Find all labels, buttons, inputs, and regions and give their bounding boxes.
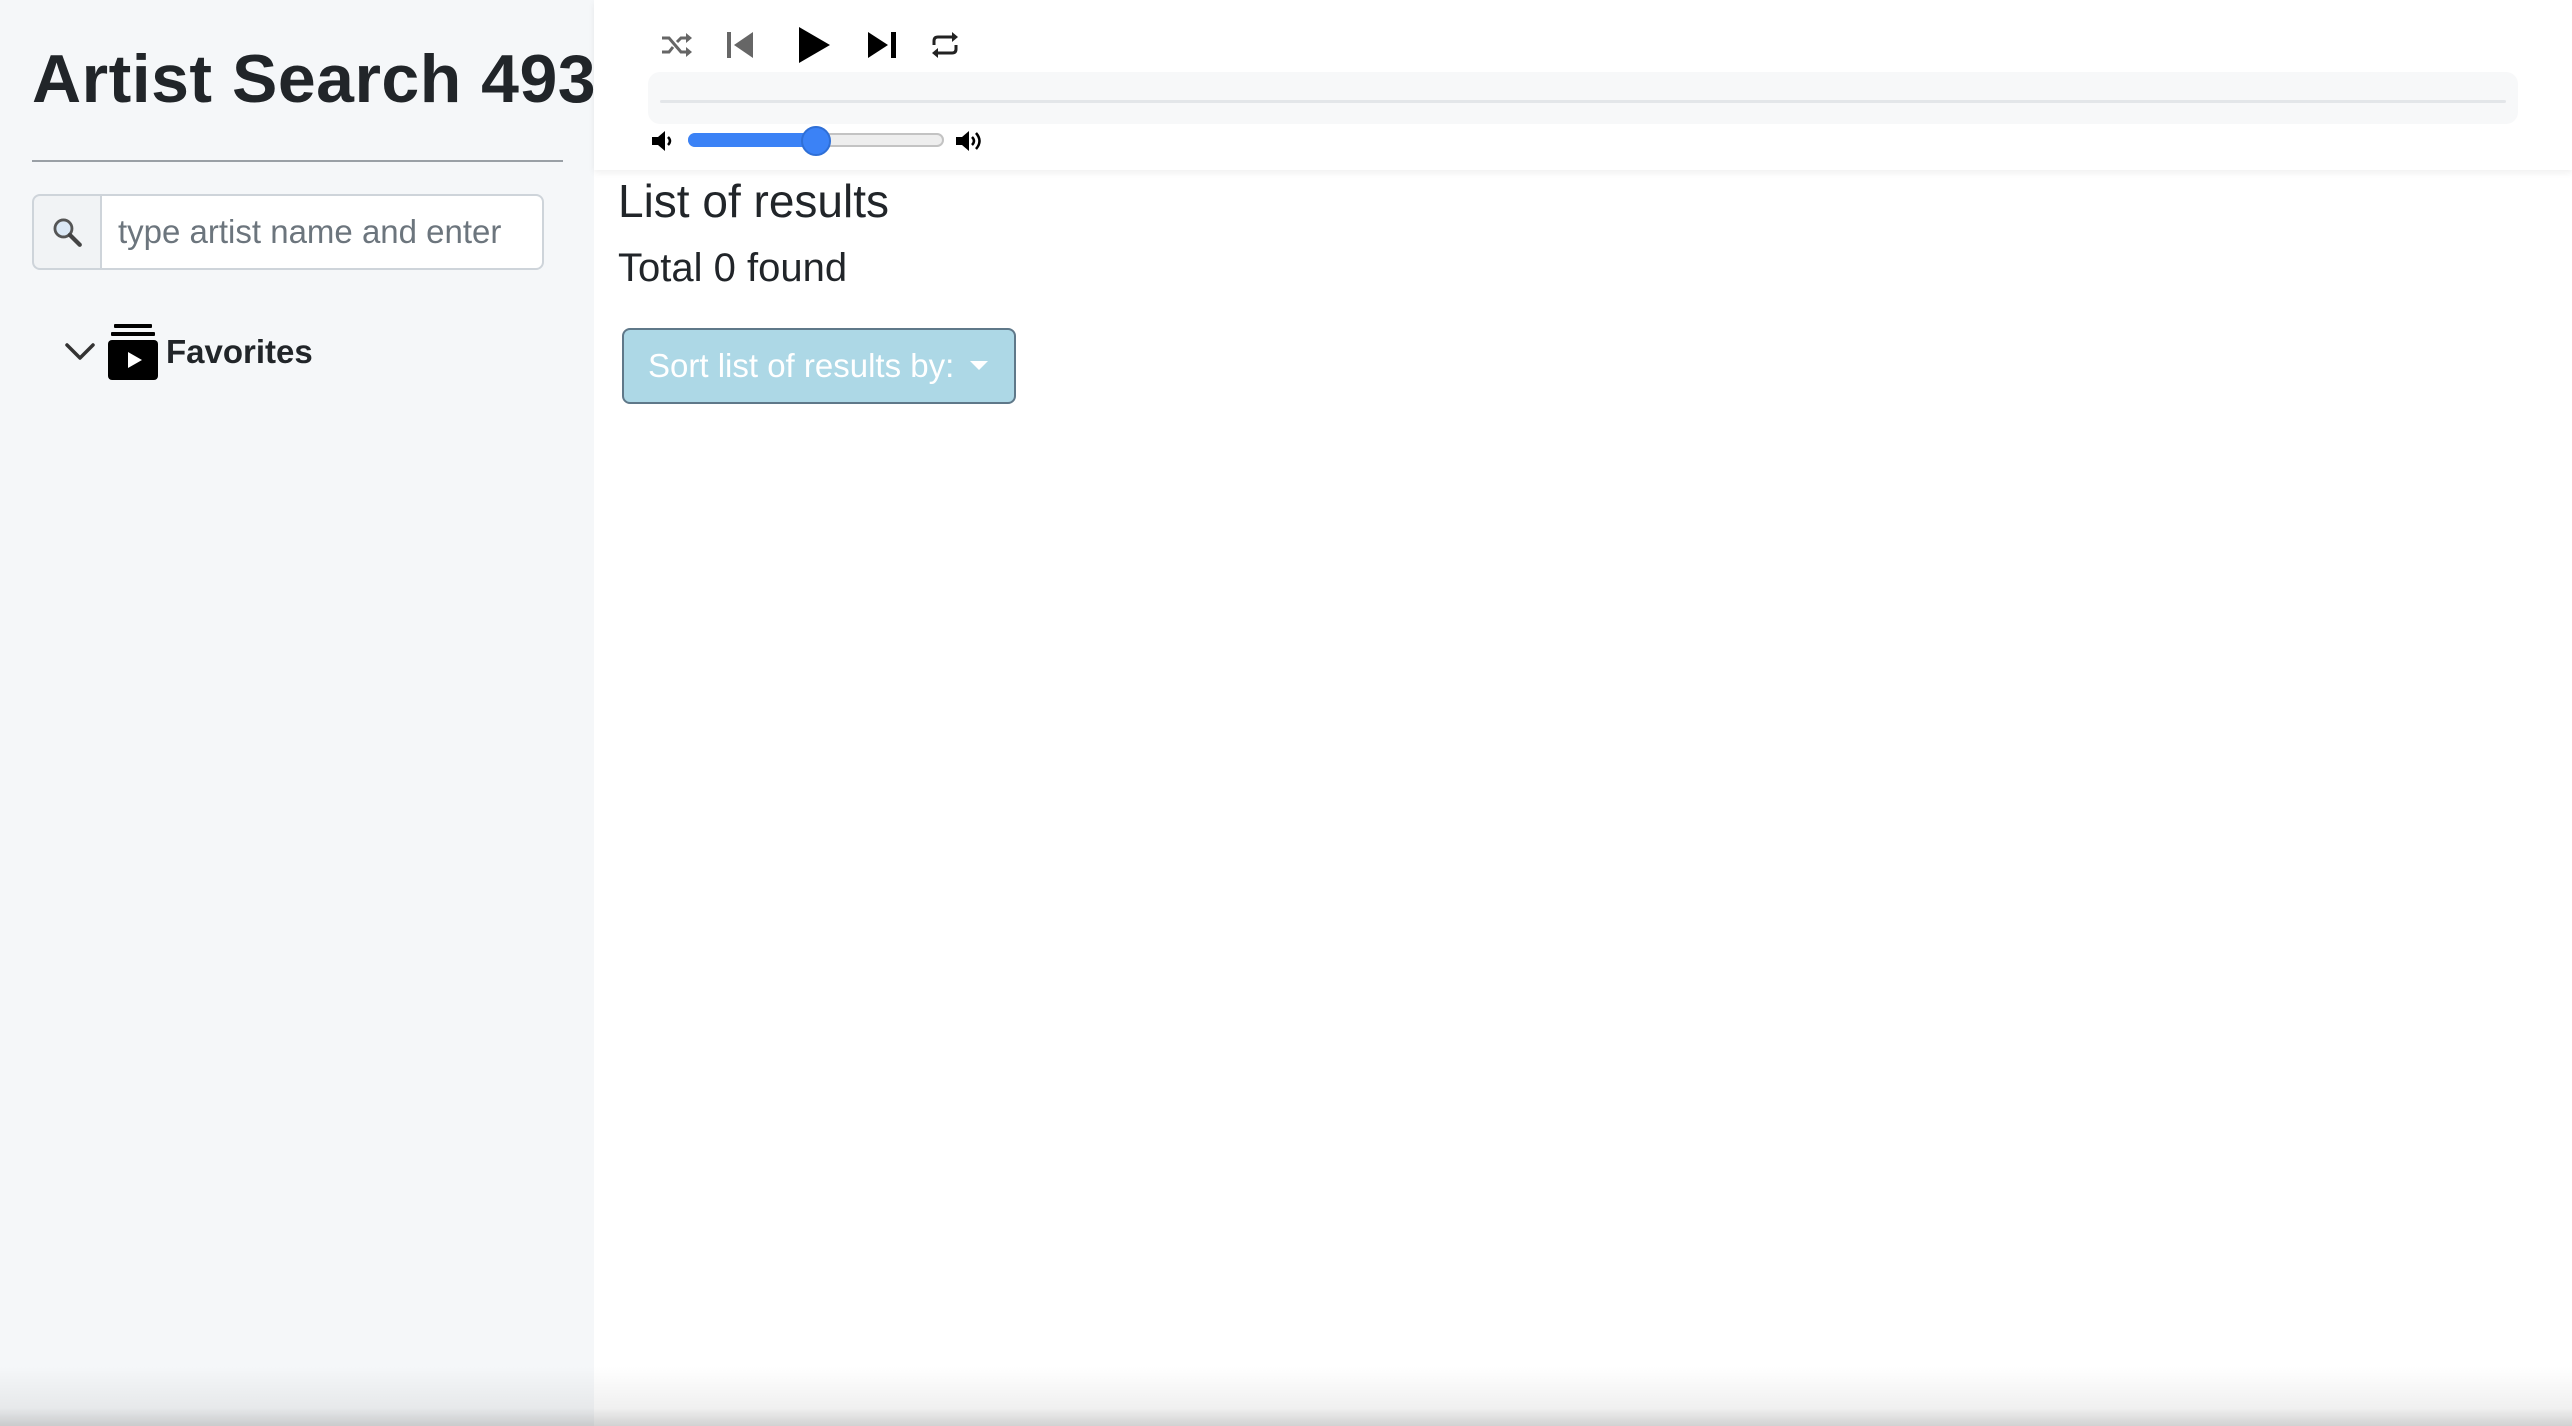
- progress-bar[interactable]: [648, 72, 2518, 124]
- volume-low-icon[interactable]: [650, 128, 676, 154]
- shuffle-icon[interactable]: [658, 28, 694, 62]
- volume-slider[interactable]: [688, 126, 944, 156]
- previous-track-icon[interactable]: [722, 28, 758, 62]
- chevron-down-icon[interactable]: [60, 332, 100, 372]
- play-icon[interactable]: [792, 22, 836, 68]
- sort-dropdown-button[interactable]: Sort list of results by:: [622, 328, 1016, 404]
- sidebar: Artist Search 493 type artist name and e…: [0, 0, 597, 1426]
- results-panel: List of results Total 0 found Sort list …: [594, 170, 2572, 1426]
- artist-search-input[interactable]: [100, 194, 544, 270]
- next-track-icon[interactable]: [864, 28, 900, 62]
- sidebar-divider: [32, 160, 563, 162]
- results-title: List of results: [618, 175, 889, 227]
- playlist-icon: [108, 324, 158, 380]
- app-title: Artist Search 493: [32, 41, 597, 117]
- favorites-toggle[interactable]: Favorites: [60, 320, 313, 384]
- volume-high-icon[interactable]: [954, 128, 986, 154]
- progress-track: [660, 100, 2506, 103]
- caret-down-icon: [970, 360, 989, 370]
- app-root: Artist Search 493 type artist name and e…: [0, 0, 2572, 1426]
- favorites-label: Favorites: [166, 333, 313, 370]
- results-count: Total 0 found: [618, 246, 848, 290]
- search-group: [32, 194, 544, 270]
- repeat-icon[interactable]: [928, 28, 962, 62]
- volume-fill: [688, 133, 816, 147]
- volume-thumb[interactable]: [801, 126, 831, 156]
- search-icon[interactable]: [32, 194, 100, 270]
- audio-player: [594, 0, 2572, 170]
- sort-button-label: Sort list of results by:: [648, 347, 955, 384]
